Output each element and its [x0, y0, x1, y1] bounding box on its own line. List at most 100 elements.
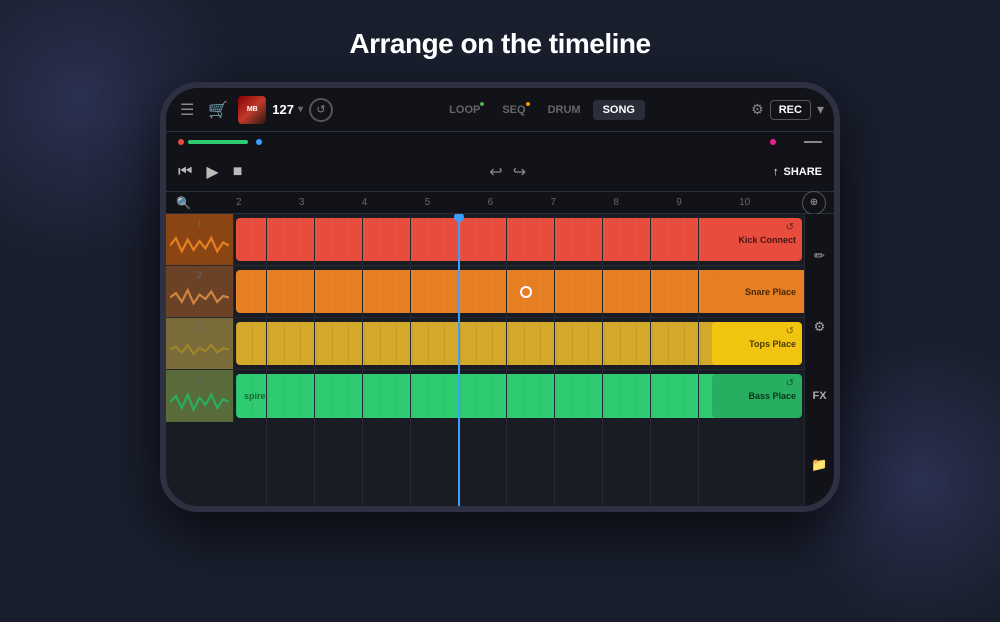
track-content-4[interactable]: spire ↺ Bass Place — [234, 370, 834, 422]
track-block-1-loop[interactable]: ↺ Kick Connect — [712, 218, 802, 261]
timeline-header: 🔍 2 3 4 5 6 7 8 9 10 ⊕ — [166, 192, 834, 214]
track-block-2-label: Snare Place — [745, 287, 796, 297]
waveform-3 — [170, 334, 229, 365]
tab-drum[interactable]: DRUM — [538, 100, 591, 120]
grid-line-2 — [314, 214, 315, 506]
pencil-icon[interactable]: ✏ — [814, 248, 825, 264]
tracks-area: 1 ↺ Kick Connect — [166, 214, 834, 506]
track-content-3[interactable]: ↺ Tops Place — [234, 318, 834, 369]
track-block-4-label: Bass Place — [748, 391, 796, 401]
prog-dot-red — [178, 139, 184, 145]
grid-line-3 — [362, 214, 363, 506]
track-content-1[interactable]: ↺ Kick Connect — [234, 214, 834, 265]
track-num-2: 2 — [197, 270, 202, 280]
right-side-panel: ✏ ⚙ FX 📁 — [804, 214, 834, 506]
playhead — [458, 214, 460, 506]
loop-handle-2[interactable] — [520, 286, 532, 298]
grid-line-4 — [410, 214, 411, 506]
nav-tabs: LOOP SEQ DRUM SONG — [339, 100, 745, 120]
tl-num-2: 2 — [236, 197, 299, 208]
track-block-3-loop[interactable]: ↺ Tops Place — [712, 322, 802, 365]
loop-dot — [480, 102, 484, 106]
fx-button[interactable]: FX — [812, 390, 826, 402]
track-block-2-loop[interactable]: Snare Place — [712, 270, 802, 313]
waveform-2 — [170, 282, 229, 313]
track-block-4-loop[interactable]: ↺ Bass Place — [712, 374, 802, 418]
tab-drum-label: DRUM — [548, 104, 581, 116]
tl-num-3: 3 — [299, 197, 362, 208]
track-4-prefix: spire — [244, 391, 266, 401]
play-button[interactable]: ▶ — [206, 162, 218, 182]
expand-button[interactable]: ⊕ — [802, 191, 826, 215]
top-bar: ☰ 🛒 MB 127 ▾ ↺ LOOP SEQ — [166, 88, 834, 132]
tl-num-5: 5 — [425, 197, 488, 208]
track-num-1: 1 — [197, 218, 202, 228]
seq-dot — [526, 102, 530, 106]
track-label-1: 1 — [166, 214, 234, 265]
more-icon[interactable]: ▾ — [817, 101, 824, 118]
tab-seq[interactable]: SEQ — [492, 100, 535, 120]
tl-num-7: 7 — [550, 197, 613, 208]
line1 — [804, 141, 822, 143]
share-button[interactable]: ↑ SHARE — [773, 166, 822, 178]
bpm-value: 127 — [272, 102, 294, 117]
share-label: SHARE — [783, 166, 822, 178]
phone-container: ☰ 🛒 MB 127 ▾ ↺ LOOP SEQ — [160, 82, 840, 512]
progress-bar-green[interactable] — [188, 140, 248, 144]
tl-num-6: 6 — [488, 197, 551, 208]
rewind-button[interactable]: ⏮ — [178, 163, 192, 181]
sync-icon[interactable]: ↺ — [309, 98, 333, 122]
album-art[interactable]: MB — [238, 96, 266, 124]
cart-icon[interactable]: 🛒 — [204, 96, 232, 124]
tl-num-9: 9 — [676, 197, 739, 208]
sliders-icon[interactable]: ⚙ — [814, 319, 826, 335]
redo-button[interactable]: ↪ — [513, 162, 526, 182]
share-icon: ↑ — [773, 166, 779, 178]
menu-icon[interactable]: ☰ — [176, 96, 198, 124]
track-label-3: 3 — [166, 318, 234, 369]
tab-song-label: SONG — [603, 104, 635, 116]
tab-seq-label: SEQ — [502, 104, 525, 116]
track-label-2: 2 — [166, 266, 234, 317]
track-num-3: 3 — [197, 322, 202, 332]
undo-button[interactable]: ↩ — [489, 162, 502, 182]
tl-num-4: 4 — [362, 197, 425, 208]
waveform-4 — [170, 386, 229, 418]
loop-icon-1: ↺ — [786, 222, 794, 233]
tl-num-10: 10 — [739, 197, 802, 208]
loop-icon-4: ↺ — [786, 378, 794, 389]
prog-dot-blue — [256, 139, 262, 145]
grid-line-8 — [602, 214, 603, 506]
track-content-2[interactable]: Snare Place — [234, 266, 834, 317]
grid-line-1 — [266, 214, 267, 506]
timeline-numbers: 2 3 4 5 6 7 8 9 10 — [236, 197, 802, 208]
prog-dot-pink — [770, 139, 776, 145]
page-title: Arrange on the timeline — [349, 28, 650, 60]
grid-line-9 — [650, 214, 651, 506]
waveform-1 — [170, 230, 229, 261]
tab-song[interactable]: SONG — [593, 100, 645, 120]
phone-frame: ☰ 🛒 MB 127 ▾ ↺ LOOP SEQ — [160, 82, 840, 512]
tab-loop-label: LOOP — [449, 104, 480, 116]
progress-area — [166, 132, 834, 152]
tl-num-8: 8 — [613, 197, 676, 208]
eq-icon[interactable]: ⚙ — [751, 101, 764, 118]
phone-screen: ☰ 🛒 MB 127 ▾ ↺ LOOP SEQ — [166, 88, 834, 506]
track-block-3-label: Tops Place — [749, 339, 796, 349]
track-label-4: 4 — [166, 370, 234, 422]
bpm-display: 127 ▾ — [272, 102, 303, 117]
tab-loop[interactable]: LOOP — [439, 100, 490, 120]
rec-button[interactable]: REC — [770, 100, 811, 120]
grid-line-7 — [554, 214, 555, 506]
stop-button[interactable]: ■ — [233, 163, 243, 181]
controls-bar: ⏮ ▶ ■ ↩ ↪ ↑ SHARE — [166, 152, 834, 192]
loop-icon-3: ↺ — [786, 326, 794, 337]
grid-line-10 — [698, 214, 699, 506]
undo-redo-group: ↩ ↪ — [489, 162, 526, 182]
bpm-arrow-icon[interactable]: ▾ — [298, 104, 303, 115]
folder-icon[interactable]: 📁 — [811, 457, 827, 473]
hamburger-lines — [804, 141, 822, 143]
track-num-4: 4 — [197, 374, 202, 384]
search-icon[interactable]: 🔍 — [176, 196, 191, 210]
grid-line-6 — [506, 214, 507, 506]
